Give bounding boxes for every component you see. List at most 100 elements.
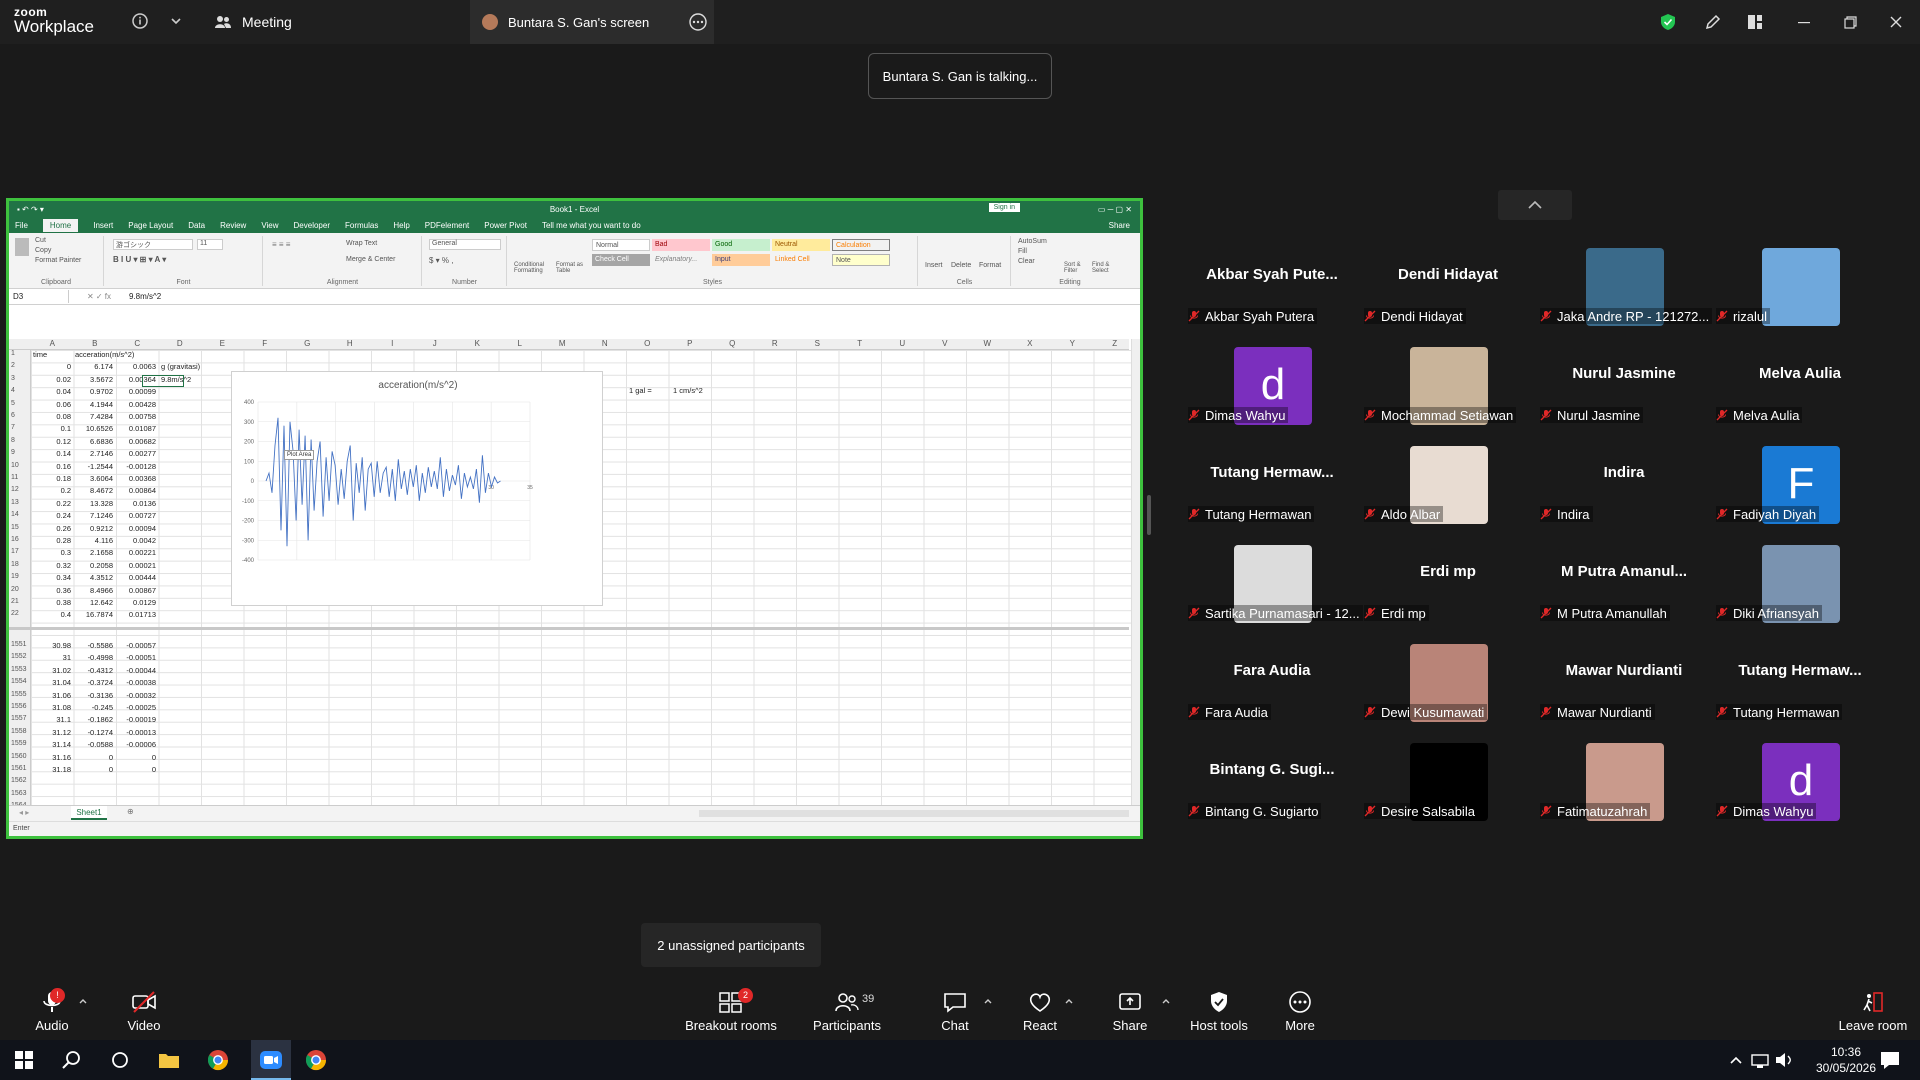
- participant-tile[interactable]: Melva Aulia Melva Aulia: [1712, 335, 1888, 434]
- chevron-down-icon[interactable]: [165, 10, 187, 32]
- row-number[interactable]: 9: [9, 449, 31, 456]
- chat-options-caret-icon[interactable]: [983, 996, 993, 1006]
- add-sheet-icon[interactable]: ⊕: [127, 807, 134, 816]
- column-header[interactable]: M: [541, 339, 584, 348]
- row-number[interactable]: 1553: [9, 666, 31, 673]
- style-bad[interactable]: Bad: [652, 239, 710, 251]
- row-number[interactable]: 19: [9, 573, 31, 580]
- row-number[interactable]: 6: [9, 412, 31, 419]
- series-line[interactable]: [265, 417, 501, 547]
- sheet-nav-arrows[interactable]: ◂ ▸: [19, 808, 29, 817]
- cell-b[interactable]: 7.1246: [73, 511, 113, 520]
- style-neutral[interactable]: Neutral: [772, 239, 830, 251]
- cell-c[interactable]: 0.00368: [116, 474, 156, 483]
- style-linked-cell[interactable]: Linked Cell: [772, 254, 830, 266]
- excel-tab-data[interactable]: Data: [188, 221, 205, 230]
- bold-italic-underline[interactable]: B I U ▾ ⊞ ▾ A ▾: [113, 255, 166, 264]
- cell-b[interactable]: 2.7146: [73, 449, 113, 458]
- excel-tab-view[interactable]: View: [261, 221, 278, 230]
- cell-a[interactable]: 0.24: [31, 511, 71, 520]
- participant-tile[interactable]: M Putra Amanul... M Putra Amanullah: [1536, 533, 1712, 632]
- cell-c[interactable]: -0.00019: [116, 715, 156, 724]
- cell-d[interactable]: g (gravitasi): [161, 362, 200, 371]
- row-number[interactable]: 18: [9, 561, 31, 568]
- participants-button[interactable]: Participants: [806, 990, 888, 1036]
- volume-icon[interactable]: [1770, 1046, 1798, 1074]
- style-input[interactable]: Input: [712, 254, 770, 266]
- conditional-formatting-button[interactable]: Conditional Formatting: [514, 262, 554, 274]
- cell-a[interactable]: 31.02: [31, 666, 71, 675]
- excel-tab-developer[interactable]: Developer: [294, 221, 330, 230]
- column-header[interactable]: V: [924, 339, 967, 348]
- participant-tile[interactable]: Diki Afriansyah: [1712, 533, 1888, 632]
- cell-b[interactable]: 6.6836: [73, 437, 113, 446]
- cell-c[interactable]: -0.00044: [116, 666, 156, 675]
- row-number[interactable]: 1563: [9, 790, 31, 797]
- row-number[interactable]: 17: [9, 548, 31, 555]
- cell-b[interactable]: -0.0588: [73, 740, 113, 749]
- chrome-profile-icon[interactable]: [302, 1046, 330, 1074]
- cell-a[interactable]: 31.16: [31, 753, 71, 762]
- cell-a[interactable]: 0.06: [31, 400, 71, 409]
- excel-share-button[interactable]: Share: [1109, 221, 1130, 230]
- more-button[interactable]: More: [1260, 990, 1340, 1036]
- cell-b[interactable]: 7.4284: [73, 412, 113, 421]
- row-number[interactable]: 1555: [9, 691, 31, 698]
- row-number[interactable]: 14: [9, 511, 31, 518]
- format-painter-button[interactable]: Format Painter: [35, 257, 81, 264]
- participant-tile[interactable]: Desire Salsabila: [1360, 731, 1536, 830]
- cell-b[interactable]: 10.6526: [73, 424, 113, 433]
- cell-c[interactable]: 0.00727: [116, 511, 156, 520]
- row-number[interactable]: 1562: [9, 777, 31, 784]
- cell-b[interactable]: 4.116: [73, 536, 113, 545]
- column-header[interactable]: N: [584, 339, 627, 348]
- row-number[interactable]: 12: [9, 486, 31, 493]
- excel-tab-formulas[interactable]: Formulas: [345, 221, 378, 230]
- participant-tile[interactable]: Aldo Albar: [1360, 434, 1536, 533]
- cortana-icon[interactable]: [106, 1046, 134, 1074]
- style-explanatory[interactable]: Explanatory...: [652, 254, 710, 266]
- column-header[interactable]: O: [626, 339, 669, 348]
- cell-c[interactable]: 0.0136: [116, 499, 156, 508]
- row-number[interactable]: 1559: [9, 740, 31, 747]
- cell-c[interactable]: 0.00682: [116, 437, 156, 446]
- cell-a[interactable]: 0.34: [31, 573, 71, 582]
- cell-c[interactable]: 0.00094: [116, 524, 156, 533]
- row-number[interactable]: 10: [9, 462, 31, 469]
- cell-c[interactable]: -0.00038: [116, 678, 156, 687]
- search-icon[interactable]: [58, 1046, 86, 1074]
- copy-button[interactable]: Copy: [35, 247, 51, 254]
- participant-tile[interactable]: Nurul Jasmine Nurul Jasmine: [1536, 335, 1712, 434]
- merge-center-button[interactable]: Merge & Center: [346, 256, 395, 263]
- row-number[interactable]: 1557: [9, 715, 31, 722]
- participant-tile[interactable]: Mawar Nurdianti Mawar Nurdianti: [1536, 632, 1712, 731]
- meeting-button[interactable]: Meeting: [214, 8, 292, 36]
- panel-resize-handle[interactable]: [1147, 495, 1151, 535]
- column-header[interactable]: P: [669, 339, 712, 348]
- participant-tile[interactable]: F Fadiyah Diyah: [1712, 434, 1888, 533]
- format-as-table-button[interactable]: Format as Table: [556, 262, 588, 274]
- row-number[interactable]: 16: [9, 536, 31, 543]
- video-button[interactable]: Video: [104, 990, 184, 1036]
- column-header[interactable]: R: [754, 339, 797, 348]
- cell-b[interactable]: 6.174: [73, 362, 113, 371]
- react-options-caret-icon[interactable]: [1064, 996, 1074, 1006]
- participant-tile[interactable]: Erdi mp Erdi mp: [1360, 533, 1536, 632]
- cell-a[interactable]: 0.2: [31, 486, 71, 495]
- column-header[interactable]: W: [966, 339, 1009, 348]
- cell-c[interactable]: 0.00428: [116, 400, 156, 409]
- column-header[interactable]: E: [201, 339, 244, 348]
- cell-c[interactable]: -0.00006: [116, 740, 156, 749]
- column-header[interactable]: Y: [1051, 339, 1094, 348]
- cell-a[interactable]: 0.4: [31, 610, 71, 619]
- row-number[interactable]: 21: [9, 598, 31, 605]
- gal-value-cell[interactable]: 1 cm/s^2: [673, 386, 703, 395]
- row-number[interactable]: 1552: [9, 653, 31, 660]
- cell-a[interactable]: time: [33, 350, 47, 359]
- cell-a[interactable]: 0.18: [31, 474, 71, 483]
- participant-tile[interactable]: rizalul: [1712, 236, 1888, 335]
- cell-a[interactable]: 31.06: [31, 691, 71, 700]
- cell-c[interactable]: 0: [116, 765, 156, 774]
- split-pane-divider[interactable]: [9, 627, 1129, 630]
- excel-tab-power-pivot[interactable]: Power Pivot: [484, 221, 527, 230]
